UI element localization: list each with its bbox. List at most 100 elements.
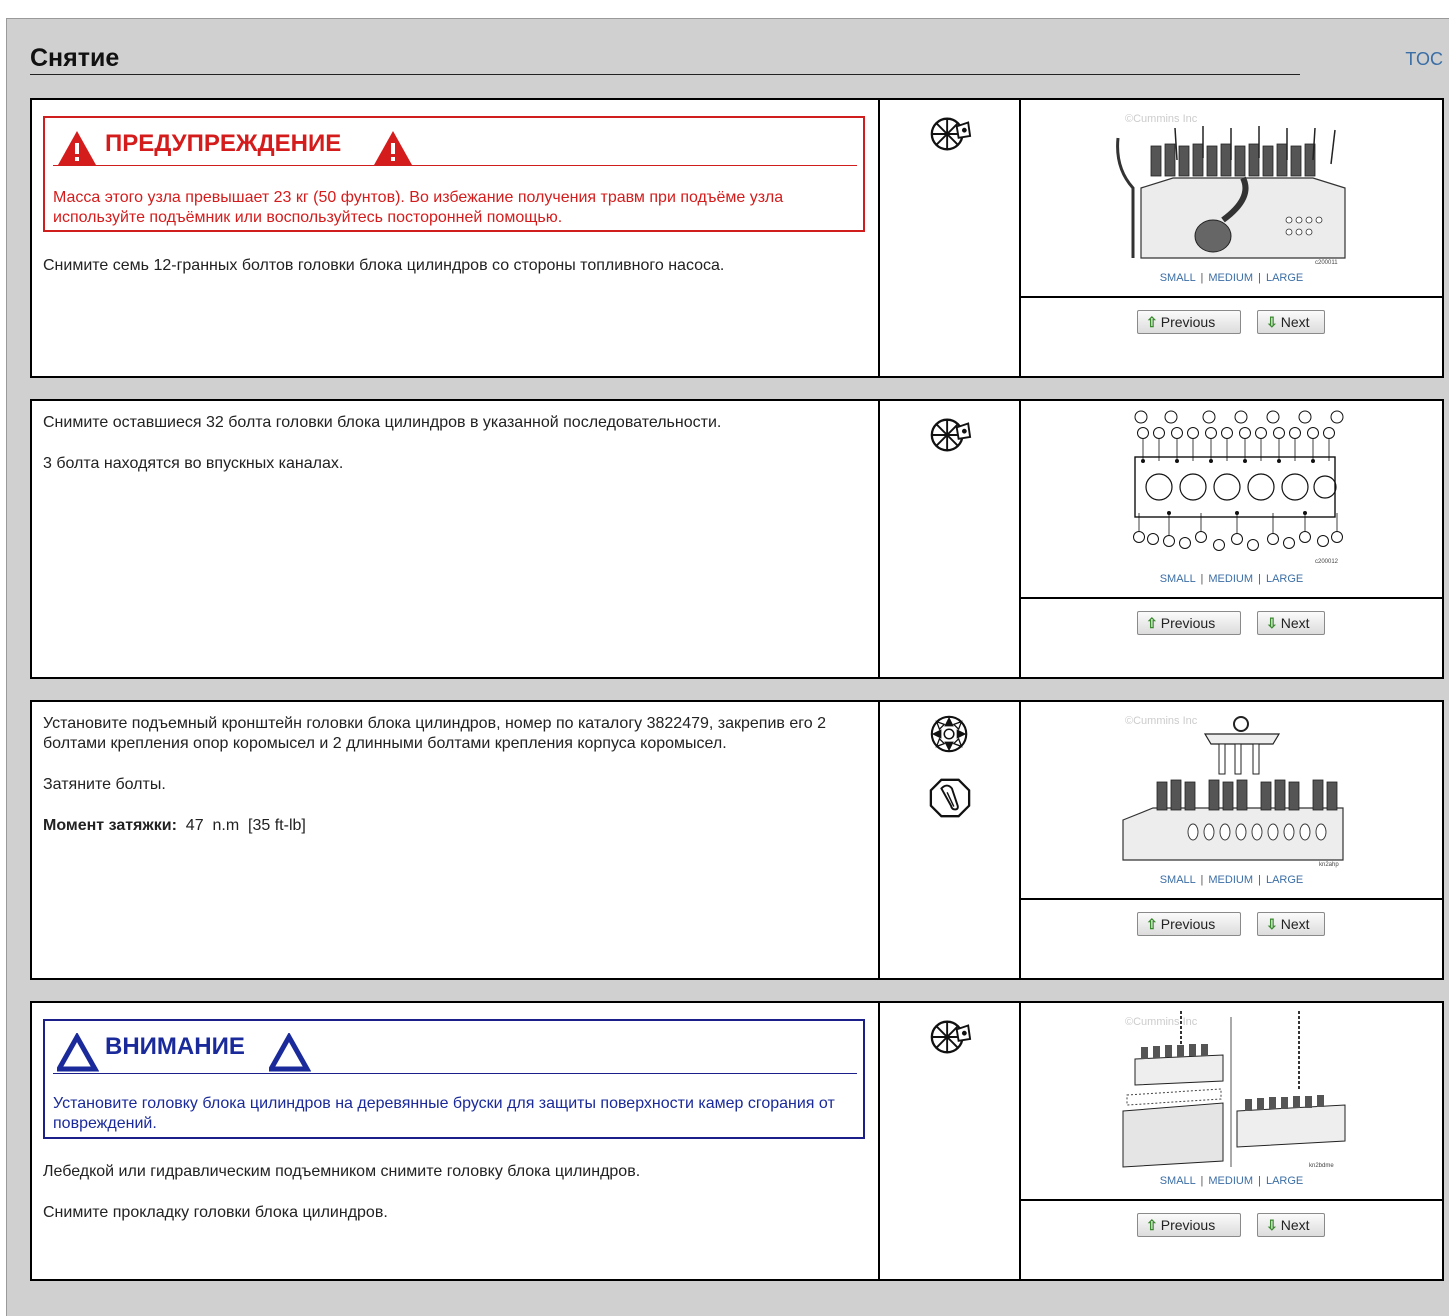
figure-area: c200012 SMALL | MEDIUM | LARGE xyxy=(1021,401,1442,599)
caution-title: ВНИМАНИЕ xyxy=(105,1033,245,1060)
previous-button[interactable]: ⇧ Previous xyxy=(1137,310,1241,334)
size-large-link[interactable]: LARGE xyxy=(1266,573,1303,585)
caution-divider xyxy=(53,1073,857,1074)
torque-wrench-icon xyxy=(929,778,971,818)
step-instruction: Установите подъемный кронштейн головки б… xyxy=(43,715,826,752)
figure-area: ©Cummins Inc xyxy=(1021,100,1442,298)
figure-size-links: SMALL | MEDIUM | LARGE xyxy=(1159,874,1304,886)
svg-text:©Cummins Inc: ©Cummins Inc xyxy=(1125,113,1198,125)
step-note: Затяните болты. xyxy=(43,776,166,793)
cylinder-head-removal-illustration[interactable]: ©Cummins Inc kn2bdme xyxy=(1113,1011,1349,1171)
procedure-step-3: Установите подъемный кронштейн головки б… xyxy=(30,700,1444,980)
svg-text:©Cummins Inc: ©Cummins Inc xyxy=(1125,1016,1198,1028)
caution-text: Установите головку блока цилиндров на де… xyxy=(53,1095,835,1132)
figure-navigation: ⇧ Previous ⇩ Next xyxy=(1021,298,1442,376)
step-text-column: Установите подъемный кронштейн головки б… xyxy=(32,702,880,978)
size-small-link[interactable]: SMALL xyxy=(1160,1175,1196,1187)
step-text-column: ПРЕДУПРЕЖДЕНИЕ Масса этого узла превышае… xyxy=(32,100,880,376)
step-tool-icons xyxy=(880,401,1021,677)
step-figure-column: ©Cummins Inc xyxy=(1021,100,1442,376)
wrench-wheel-icon xyxy=(930,1020,972,1054)
arrow-up-icon: ⇧ xyxy=(1146,314,1158,330)
size-medium-link[interactable]: MEDIUM xyxy=(1208,573,1253,585)
svg-text:kn2ahp: kn2ahp xyxy=(1319,862,1339,868)
torque-imperial: [35 ft-lb] xyxy=(248,817,306,834)
step-instruction: Лебедкой или гидравлическим подъемником … xyxy=(43,1163,641,1180)
figure-navigation: ⇧ Previous ⇩ Next xyxy=(1021,599,1442,677)
torque-value: 47 xyxy=(185,817,204,834)
size-large-link[interactable]: LARGE xyxy=(1266,1175,1303,1187)
figure-area: ©Cummins Inc kn2bdme SMALL | MEDIUM | LA… xyxy=(1021,1003,1442,1201)
figure-size-links: SMALL | MEDIUM | LARGE xyxy=(1159,573,1304,585)
svg-text:kn2bdme: kn2bdme xyxy=(1309,1163,1334,1169)
next-button[interactable]: ⇩ Next xyxy=(1257,912,1325,936)
step-instruction: Снимите оставшиеся 32 болта головки блок… xyxy=(43,414,722,431)
size-medium-link[interactable]: MEDIUM xyxy=(1208,1175,1253,1187)
bolt-sequence-diagram[interactable]: c200012 xyxy=(1113,409,1349,569)
title-divider xyxy=(30,74,1300,75)
warning-text: Масса этого узла превышает 23 кг (50 фун… xyxy=(53,189,784,226)
warning-divider xyxy=(53,165,857,166)
torque-spec: Момент затяжки: 47 n.m [35 ft-lb] xyxy=(43,816,843,836)
next-button[interactable]: ⇩ Next xyxy=(1257,1213,1325,1237)
svg-text:©Cummins Inc: ©Cummins Inc xyxy=(1125,715,1198,727)
arrow-up-icon: ⇧ xyxy=(1146,1217,1158,1233)
warning-box: ПРЕДУПРЕЖДЕНИЕ Масса этого узла превышае… xyxy=(43,116,865,232)
engine-cylinder-head-illustration[interactable]: ©Cummins Inc c200011 xyxy=(1113,108,1349,268)
step-tool-icons xyxy=(880,100,1021,376)
lifting-bracket-illustration[interactable]: ©Cummins Inc kn2ahp xyxy=(1113,710,1349,870)
previous-button[interactable]: ⇧ Previous xyxy=(1137,611,1241,635)
caution-icon xyxy=(57,1033,99,1073)
previous-button[interactable]: ⇧ Previous xyxy=(1137,1213,1241,1237)
arrow-down-icon: ⇩ xyxy=(1266,615,1278,631)
size-small-link[interactable]: SMALL xyxy=(1160,573,1196,585)
warning-title: ПРЕДУПРЕЖДЕНИЕ xyxy=(105,130,342,157)
step-instruction: Снимите прокладку головки блока цилиндро… xyxy=(43,1204,388,1221)
step-figure-column: c200012 SMALL | MEDIUM | LARGE ⇧ Previous… xyxy=(1021,401,1442,677)
figure-area: ©Cummins Inc xyxy=(1021,702,1442,900)
torque-label: Момент затяжки: xyxy=(43,817,177,834)
torque-unit: n.m xyxy=(212,817,240,834)
arrow-down-icon: ⇩ xyxy=(1266,314,1278,330)
next-button[interactable]: ⇩ Next xyxy=(1257,611,1325,635)
next-button[interactable]: ⇩ Next xyxy=(1257,310,1325,334)
caution-icon xyxy=(269,1033,311,1073)
size-small-link[interactable]: SMALL xyxy=(1160,272,1196,284)
size-large-link[interactable]: LARGE xyxy=(1266,272,1303,284)
figure-navigation: ⇧ Previous ⇩ Next xyxy=(1021,900,1442,978)
step-text-column: Снимите оставшиеся 32 болта головки блок… xyxy=(32,401,880,677)
step-note: 3 болта находятся во впускных каналах. xyxy=(43,455,344,472)
figure-navigation: ⇧ Previous ⇩ Next xyxy=(1021,1201,1442,1279)
warning-icon xyxy=(58,131,96,165)
size-medium-link[interactable]: MEDIUM xyxy=(1208,272,1253,284)
size-medium-link[interactable]: MEDIUM xyxy=(1208,874,1253,886)
toc-link[interactable]: TOC xyxy=(1405,49,1443,70)
arrow-down-icon: ⇩ xyxy=(1266,916,1278,932)
procedure-step-4: ВНИМАНИЕ Установите головку блока цилинд… xyxy=(30,1001,1444,1281)
step-text-column: ВНИМАНИЕ Установите головку блока цилинд… xyxy=(32,1003,880,1279)
step-figure-column: ©Cummins Inc xyxy=(1021,702,1442,978)
step-instruction: Снимите семь 12-гранных болтов головки б… xyxy=(43,257,725,274)
procedure-step-1: ПРЕДУПРЕЖДЕНИЕ Масса этого узла превышае… xyxy=(30,98,1444,378)
content-panel: Снятие TOC ПРЕДУПРЕЖДЕНИЕ Масса этого уз… xyxy=(6,18,1449,1316)
procedure-step-2: Снимите оставшиеся 32 болта головки блок… xyxy=(30,399,1444,679)
svg-text:c200012: c200012 xyxy=(1315,559,1339,565)
arrow-up-icon: ⇧ xyxy=(1146,916,1158,932)
size-large-link[interactable]: LARGE xyxy=(1266,874,1303,886)
wrench-wheel-icon xyxy=(930,117,972,151)
caution-box: ВНИМАНИЕ Установите головку блока цилинд… xyxy=(43,1019,865,1139)
wrench-wheel-icon xyxy=(930,418,972,452)
special-tool-icon xyxy=(930,715,968,753)
size-small-link[interactable]: SMALL xyxy=(1160,874,1196,886)
arrow-up-icon: ⇧ xyxy=(1146,615,1158,631)
svg-text:c200011: c200011 xyxy=(1315,260,1338,266)
step-figure-column: ©Cummins Inc kn2bdme SMALL | MEDIUM | LA… xyxy=(1021,1003,1442,1279)
step-tool-icons xyxy=(880,1003,1021,1279)
step-tool-icons xyxy=(880,702,1021,978)
warning-icon xyxy=(374,131,412,165)
arrow-down-icon: ⇩ xyxy=(1266,1217,1278,1233)
previous-button[interactable]: ⇧ Previous xyxy=(1137,912,1241,936)
page-title: Снятие xyxy=(30,44,120,72)
figure-size-links: SMALL | MEDIUM | LARGE xyxy=(1159,272,1304,284)
figure-size-links: SMALL | MEDIUM | LARGE xyxy=(1159,1175,1304,1187)
